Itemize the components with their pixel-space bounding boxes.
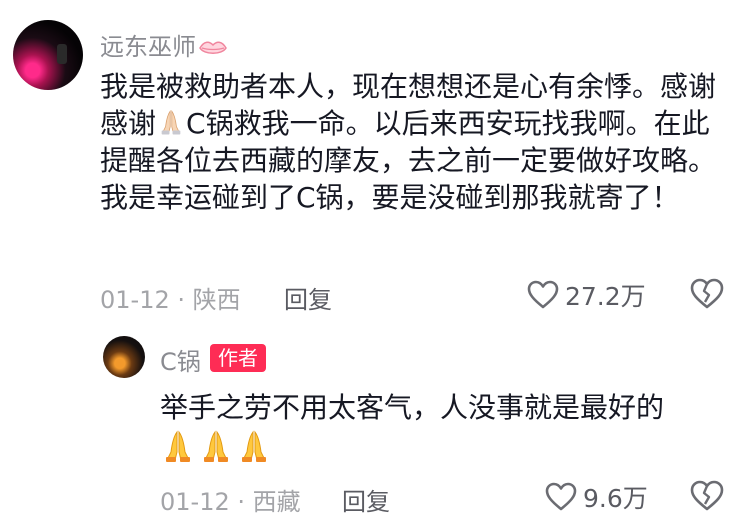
like-button[interactable]: 9.6万 [545,479,648,515]
pray-icon [242,430,266,462]
reply-author[interactable]: C锅 [160,342,201,377]
meta-separator: · [237,488,253,516]
pray-icon [161,109,181,135]
broken-heart-icon[interactable] [690,278,724,310]
comment-author[interactable]: 远东巫师 [100,27,228,62]
emoji-row [160,428,272,464]
reply-button[interactable]: 回复 [342,482,390,517]
like-button[interactable]: 27.2万 [527,277,646,313]
reply-text: 举手之劳不用太客气，人没事就是最好的 [160,391,665,424]
author-name: 远东巫师 [100,33,196,61]
comment-text: 我是被救助者本人，现在想想还是心有余悸。感谢感谢 C锅救我一命。以后来西安玩找我… [100,68,728,216]
comment-date: 01-12 [100,286,170,314]
reply-button[interactable]: 回复 [284,280,332,315]
heart-icon [545,482,577,511]
comment-meta: 01-12 · 陕西 [100,280,241,315]
avatar[interactable] [103,336,145,378]
comment-text-part: C锅救我一命。以后来西安玩找我啊。在此提醒各位去西藏的摩友，去之前一定要做好攻略… [100,107,717,214]
heart-icon [527,280,559,309]
meta-separator: · [177,286,193,314]
broken-heart-icon[interactable] [690,480,724,512]
author-badge: 作者 [210,344,266,372]
avatar[interactable] [13,20,83,90]
like-count: 27.2万 [565,282,646,311]
reply-date: 01-12 [160,488,230,516]
pray-icon [204,430,228,462]
reply-location: 西藏 [252,488,301,516]
comment-location: 陕西 [192,286,241,314]
pray-icon [166,430,190,462]
reply-meta: 01-12 · 西藏 [160,482,301,517]
lips-icon [199,41,227,54]
like-count: 9.6万 [583,484,648,513]
comment-item: 远东巫师 我是被救助者本人，现在想想还是心有余悸。感谢感谢 C锅救我一命。以后来… [0,0,742,320]
